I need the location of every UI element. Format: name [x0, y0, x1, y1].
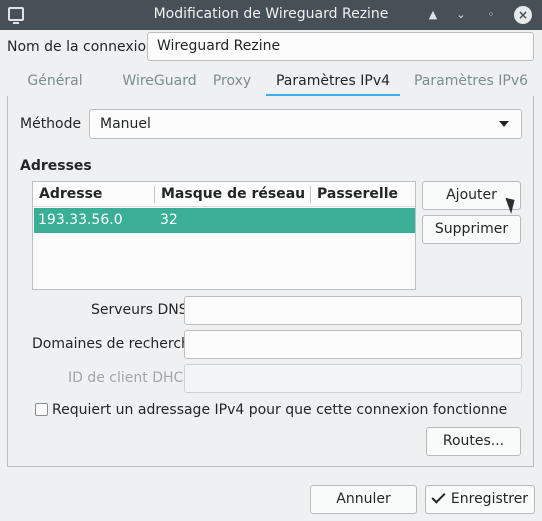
- chevron-down-icon: [499, 121, 509, 127]
- title-bar: Modification de Wireguard Rezine ▲ ⌄ ◦ ×: [0, 0, 542, 30]
- close-icon[interactable]: ×: [514, 6, 532, 24]
- method-select[interactable]: Manuel: [89, 109, 522, 139]
- column-header-gateway[interactable]: Passerelle: [317, 186, 398, 202]
- dns-servers-label: Serveurs DNS: [91, 302, 188, 318]
- dhcp-client-id-field: [184, 364, 522, 393]
- column-header-address[interactable]: Adresse: [39, 186, 102, 202]
- routes-button[interactable]: Routes...: [426, 427, 521, 456]
- cancel-button[interactable]: Annuler: [310, 485, 417, 514]
- column-header-netmask[interactable]: Masque de réseau: [161, 186, 305, 202]
- keep-above-icon[interactable]: ▲: [424, 6, 442, 24]
- column-separator: [154, 186, 155, 203]
- table-row[interactable]: 193.33.56.0 32: [34, 208, 415, 233]
- tab-bar: Général WireGuard Proxy Paramètres IPv4 …: [8, 67, 534, 97]
- save-button[interactable]: Enregistrer: [425, 485, 535, 514]
- cell-address[interactable]: 193.33.56.0: [38, 212, 123, 228]
- dns-servers-field[interactable]: [184, 296, 522, 325]
- tab-proxy[interactable]: Proxy: [198, 67, 266, 97]
- connection-name-field[interactable]: Wireguard Rezine: [147, 32, 534, 61]
- check-icon: [431, 489, 446, 504]
- search-domains-field[interactable]: [184, 330, 522, 359]
- dhcp-client-id-label: ID de client DHCP: [68, 370, 192, 386]
- column-separator: [310, 186, 311, 203]
- maximize-icon[interactable]: ◦: [482, 6, 500, 24]
- search-domains-label: Domaines de recherche: [32, 336, 199, 352]
- tab-ipv4-settings[interactable]: Paramètres IPv4: [266, 67, 400, 97]
- tab-ipv6-settings[interactable]: Paramètres IPv6: [408, 67, 534, 97]
- minimize-icon[interactable]: ⌄: [452, 6, 470, 24]
- add-address-button[interactable]: Ajouter: [422, 181, 521, 210]
- method-value: Manuel: [100, 116, 151, 132]
- require-ipv4-checkbox[interactable]: [35, 403, 48, 416]
- addresses-table[interactable]: Adresse Masque de réseau Passerelle 193.…: [32, 181, 416, 290]
- remove-address-button[interactable]: Supprimer: [422, 215, 521, 244]
- method-label: Méthode: [20, 116, 82, 132]
- cell-netmask[interactable]: 32: [160, 212, 178, 228]
- addresses-title: Adresses: [20, 158, 92, 174]
- save-button-label: Enregistrer: [450, 491, 529, 507]
- connection-name-label: Nom de la connexion: [7, 39, 155, 55]
- table-header: Adresse Masque de réseau Passerelle: [33, 182, 415, 207]
- require-ipv4-label[interactable]: Requiert un adressage IPv4 pour que cett…: [52, 402, 507, 418]
- tab-general[interactable]: Général: [8, 67, 102, 97]
